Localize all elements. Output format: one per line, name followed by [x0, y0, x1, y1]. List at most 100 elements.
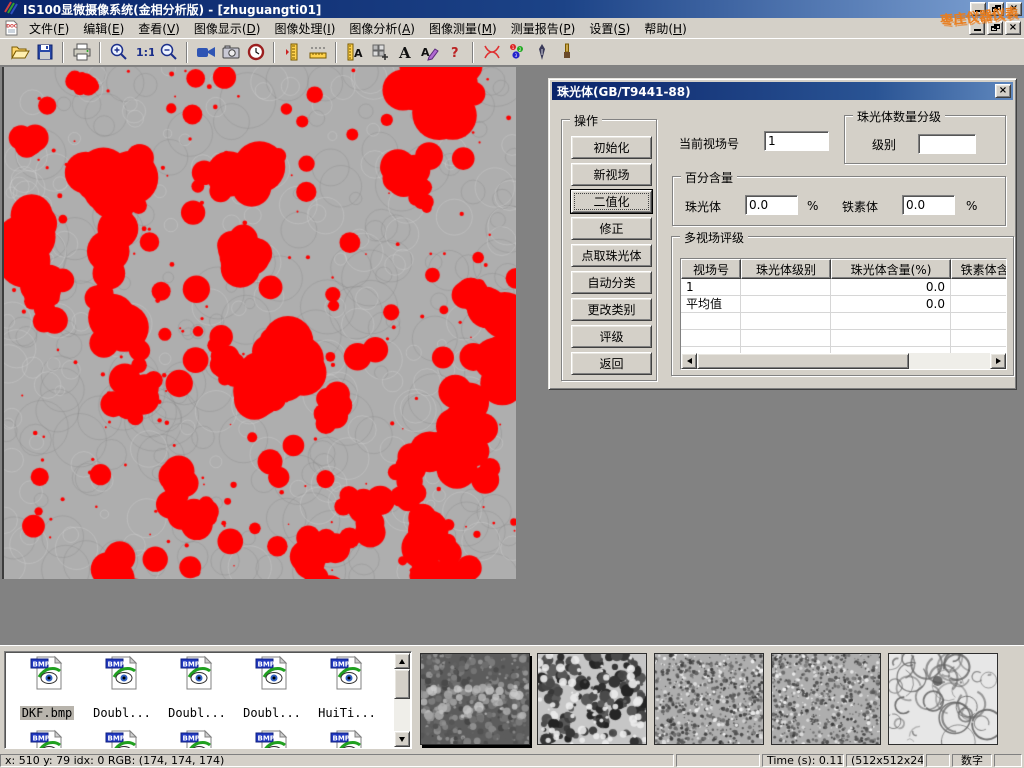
- pearlite-percent-input[interactable]: [745, 195, 798, 215]
- zoom-in-icon[interactable]: [106, 40, 131, 64]
- menu-item-image-measure[interactable]: 图像测量(M): [422, 18, 504, 39]
- level-label: 级别: [872, 136, 896, 153]
- scroll-up-button[interactable]: [394, 653, 410, 669]
- operations-group: 操作 初始化新视场二值化修正点取珠光体自动分类更改类别评级返回: [561, 119, 657, 381]
- toolbar-separator: [335, 42, 337, 63]
- dialog-title-bar[interactable]: 珠光体(GB/T9441-88) ×: [552, 82, 1013, 100]
- print-icon[interactable]: [69, 40, 94, 64]
- menu-item-view[interactable]: 查看(V): [131, 18, 187, 39]
- file-item[interactable]: BMPDoubl...: [162, 655, 232, 720]
- scroll-down-button[interactable]: [394, 731, 410, 747]
- table-row[interactable]: 平均值0.0: [681, 296, 1006, 313]
- svg-text:1:1: 1:1: [136, 46, 154, 59]
- video-camera-icon[interactable]: [193, 40, 218, 64]
- help-icon[interactable]: ?: [442, 40, 467, 64]
- menu-item-settings[interactable]: 设置(S): [582, 18, 637, 39]
- file-item[interactable]: BMP: [162, 729, 232, 749]
- percent-group: 百分含量 珠光体 % 铁素体 %: [672, 176, 1006, 226]
- file-item[interactable]: BMPDoubl...: [237, 655, 307, 720]
- grid-add-icon[interactable]: [367, 40, 392, 64]
- file-item[interactable]: BMPHuiTi...: [312, 655, 382, 720]
- curve-cut-icon[interactable]: [479, 40, 504, 64]
- scroll-thumb[interactable]: [697, 353, 909, 369]
- thumbnail-1[interactable]: [420, 653, 530, 745]
- measure-text-icon[interactable]: A: [342, 40, 367, 64]
- table-cell: [681, 330, 741, 347]
- table-cell: [741, 296, 831, 313]
- menu-item-image-analysis[interactable]: 图像分析(A): [342, 18, 422, 39]
- title-bar: IS100显微摄像系统(金相分析版) - [zhuguangti01] ×: [0, 0, 1024, 18]
- table-cell: 0.0: [831, 279, 951, 296]
- table-header-1[interactable]: 珠光体级别: [741, 259, 831, 279]
- bmp-file-icon: BMP: [87, 655, 157, 691]
- thumbnail-3[interactable]: [654, 653, 764, 745]
- thumbnail-5[interactable]: [888, 653, 998, 745]
- status-bar: x: 510 y: 79 idx: 0 RGB: (174, 174, 174)…: [0, 752, 1024, 768]
- op-pick-pearlite-button[interactable]: 点取珠光体: [571, 244, 652, 267]
- table-header-2[interactable]: 珠光体含量(%): [831, 259, 951, 279]
- percent-group-label: 百分含量: [681, 169, 737, 186]
- actual-size-icon[interactable]: 1:1: [131, 40, 156, 64]
- menu-item-image-process[interactable]: 图像处理(I): [267, 18, 342, 39]
- scroll-right-button[interactable]: [990, 353, 1006, 369]
- table-cell: [951, 296, 1007, 313]
- file-item[interactable]: BMPDKF.bmp: [12, 655, 82, 720]
- menu-item-file[interactable]: 文件(F): [22, 18, 76, 39]
- clock-icon[interactable]: [243, 40, 268, 64]
- op-initialize-button[interactable]: 初始化: [571, 136, 652, 159]
- caliper-icon[interactable]: [280, 40, 305, 64]
- table-header-3[interactable]: 铁素体含量(%): [951, 259, 1007, 279]
- menu-item-measure-report[interactable]: 测量报告(P): [504, 18, 583, 39]
- metallographic-image[interactable]: [2, 67, 516, 579]
- file-item[interactable]: BMP: [12, 729, 82, 749]
- ferrite-percent-input[interactable]: [902, 195, 955, 215]
- file-scroll-thumb[interactable]: [394, 669, 410, 699]
- save-icon[interactable]: [32, 40, 57, 64]
- window-title: IS100显微摄像系统(金相分析版) - [zhuguangti01]: [23, 1, 321, 18]
- menu-item-help[interactable]: 帮助(H): [637, 18, 693, 39]
- thumbnail-2[interactable]: [537, 653, 647, 745]
- op-new-field-button[interactable]: 新视场: [571, 163, 652, 186]
- mdi-close-button[interactable]: ×: [1005, 21, 1021, 35]
- annotate-icon[interactable]: A: [417, 40, 442, 64]
- file-item[interactable]: BMP: [312, 729, 382, 749]
- file-item[interactable]: BMP: [87, 729, 157, 749]
- scroll-left-button[interactable]: [681, 353, 697, 369]
- op-auto-classify-button[interactable]: 自动分类: [571, 271, 652, 294]
- menu-item-edit[interactable]: 编辑(E): [76, 18, 131, 39]
- camera-icon[interactable]: [218, 40, 243, 64]
- op-change-class-button[interactable]: 更改类别: [571, 298, 652, 321]
- classify-icon[interactable]: 123: [504, 40, 529, 64]
- op-binarize-button[interactable]: 二值化: [571, 190, 652, 213]
- thumbnail-4[interactable]: [771, 653, 881, 745]
- svg-text:1: 1: [511, 45, 514, 50]
- table-row[interactable]: 10.0: [681, 279, 1006, 296]
- dialog-close-button[interactable]: ×: [995, 84, 1011, 98]
- ruler-icon[interactable]: [305, 40, 330, 64]
- op-grade-button[interactable]: 评级: [571, 325, 652, 348]
- op-return-button[interactable]: 返回: [571, 352, 652, 375]
- file-item[interactable]: BMP: [237, 729, 307, 749]
- file-list-scrollbar[interactable]: [394, 653, 410, 747]
- table-row[interactable]: [681, 330, 1006, 347]
- status-empty-1: [676, 754, 760, 767]
- menu-item-image-display[interactable]: 图像显示(D): [187, 18, 268, 39]
- level-input[interactable]: [918, 134, 976, 154]
- toolbar: 1:1AAA?123: [0, 38, 1024, 66]
- table-row[interactable]: [681, 313, 1006, 330]
- svg-text:3: 3: [514, 53, 517, 58]
- table-horizontal-scrollbar[interactable]: [681, 353, 1006, 369]
- zoom-out-icon[interactable]: [156, 40, 181, 64]
- svg-text:2: 2: [518, 47, 521, 52]
- file-item[interactable]: BMPDoubl...: [87, 655, 157, 720]
- arrow-right-icon: [996, 358, 1001, 364]
- operations-group-label: 操作: [570, 112, 602, 129]
- dialog-title: 珠光体(GB/T9441-88): [557, 83, 691, 100]
- current-field-input[interactable]: [764, 131, 829, 151]
- text-icon[interactable]: A: [392, 40, 417, 64]
- open-icon[interactable]: [7, 40, 32, 64]
- op-correct-button[interactable]: 修正: [571, 217, 652, 240]
- table-header-0[interactable]: 视场号: [681, 259, 741, 279]
- pen-icon[interactable]: [529, 40, 554, 64]
- brush-icon[interactable]: [554, 40, 579, 64]
